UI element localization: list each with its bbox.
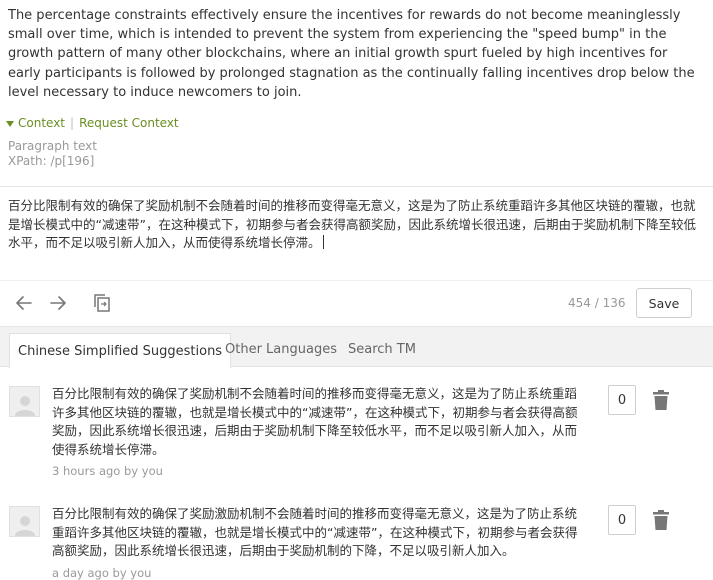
copy-source-button[interactable] [91, 292, 113, 314]
suggestion-text[interactable]: 百分比限制有效的确保了奖励机制不会随着时间的推移而变得毫无意义，这是为了防止系统… [52, 385, 587, 459]
copy-source-icon [94, 294, 110, 312]
divider: | [70, 116, 75, 130]
save-button[interactable]: Save [636, 288, 692, 318]
delete-suggestion-button[interactable] [652, 389, 670, 411]
arrow-left-icon [16, 296, 32, 310]
translation-text: 百分比限制有效的确保了奖励机制不会随着时间的推移而变得毫无意义，这是为了防止系统… [8, 198, 696, 250]
string-meta: Paragraph text XPath: /p[196] [8, 139, 97, 169]
tab-other-languages[interactable]: Other Languages [217, 333, 345, 366]
trash-icon [653, 510, 669, 530]
source-text: The percentage constraints effectively e… [8, 8, 695, 100]
paragraph-type: Paragraph text [8, 139, 97, 153]
character-counter: 454 / 136 [568, 296, 626, 310]
suggestion-timestamp: 3 hours ago by you [52, 464, 163, 478]
arrow-right-icon [50, 296, 66, 310]
editor-divider [0, 186, 713, 187]
trash-icon [653, 390, 669, 410]
tab-search-tm[interactable]: Search TM [340, 333, 424, 366]
user-avatar-icon [9, 506, 40, 537]
vote-count[interactable]: 0 [608, 505, 636, 535]
avatar-silhouette [14, 516, 35, 536]
chevron-down-icon [6, 120, 14, 127]
suggestion-text[interactable]: 百分比限制有效的确保了奖励激励机制不会随着时间的推移而变得毫无意义，这是为了防止… [52, 505, 587, 561]
translation-editor[interactable]: 百分比限制有效的确保了奖励机制不会随着时间的推移而变得毫无意义，这是为了防止系统… [8, 197, 698, 253]
next-button[interactable] [47, 292, 69, 314]
delete-suggestion-button[interactable] [652, 509, 670, 531]
user-avatar-icon [9, 386, 40, 417]
vote-count[interactable]: 0 [608, 385, 636, 415]
previous-button[interactable] [13, 292, 35, 314]
toolbar-divider [0, 280, 713, 281]
xpath-label: XPath: /p[196] [8, 154, 95, 168]
suggestion-timestamp: a day ago by you [52, 566, 152, 580]
request-context-link[interactable]: Request Context [79, 116, 179, 130]
text-caret [322, 235, 324, 249]
avatar-silhouette [14, 396, 35, 416]
tab-chinese-simplified-suggestions[interactable]: Chinese Simplified Suggestions [9, 333, 232, 368]
context-row: Context | Request Context [6, 116, 179, 130]
context-toggle[interactable]: Context [18, 116, 65, 130]
